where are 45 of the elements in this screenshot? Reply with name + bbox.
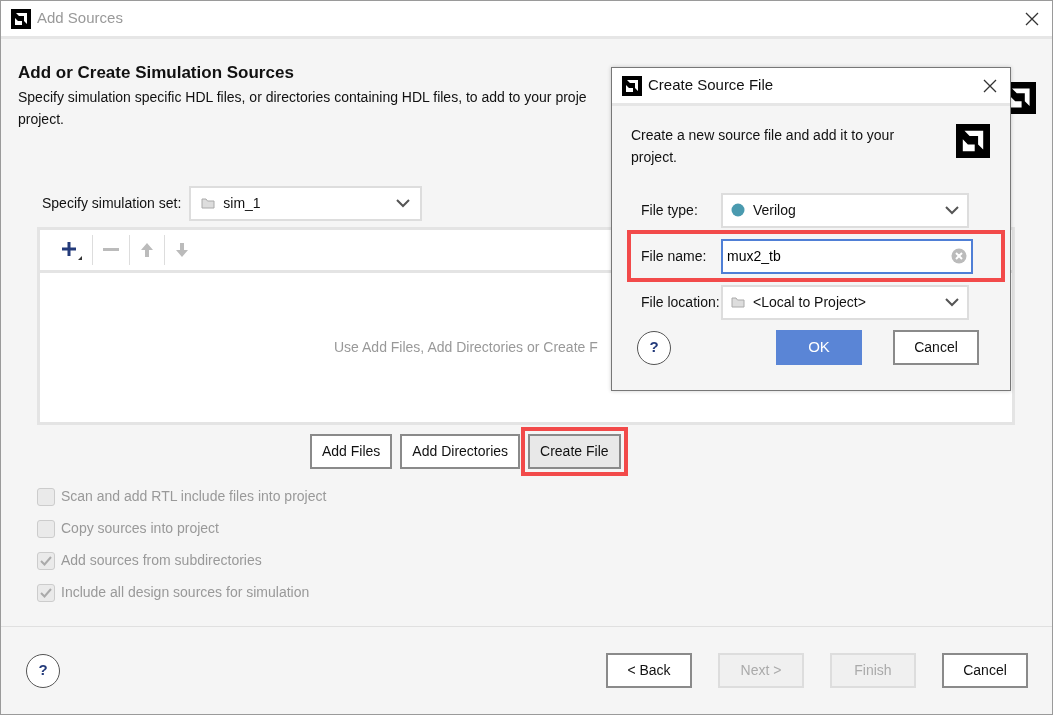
text-field[interactable]: mux2_tb — [721, 238, 973, 274]
checkbox-label: Include all design sources for simulation — [61, 583, 310, 602]
description-text: Specify simulation specific HDL files, or directories containing HDL files, to add to your proje — [18, 87, 587, 107]
check-icon — [40, 555, 52, 566]
checkbox-label: Add sources from subdirectories — [61, 551, 262, 570]
minus-icon — [103, 248, 119, 251]
logo-icon — [622, 75, 642, 96]
field-label: Specify simulation set: — [42, 193, 182, 213]
dropdown[interactable]: <Local to Project> — [721, 284, 969, 320]
chevron-down-icon — [945, 205, 959, 215]
dropdown[interactable]: Verilog — [721, 192, 969, 228]
checkbox-label: Copy sources into project — [61, 519, 219, 538]
dialog-description: Create a new source file and add it to your project. — [631, 126, 896, 167]
page-heading: Add or Create Simulation Sources — [18, 62, 294, 84]
arrow-down-icon — [175, 241, 189, 258]
checkbox-label: Scan and add RTL include files into project — [61, 487, 327, 506]
dialog-button[interactable]: Cancel — [893, 330, 979, 365]
logo-icon — [956, 124, 990, 158]
close-icon — [1025, 11, 1039, 26]
arrow-up-icon — [140, 241, 154, 258]
help-button[interactable]: ? — [637, 330, 671, 365]
description-text: project. — [18, 109, 65, 129]
folder-icon — [731, 296, 745, 308]
wizard-button[interactable]: Cancel — [942, 653, 1028, 688]
wizard-button[interactable]: < Back — [606, 653, 692, 688]
action-button[interactable]: Add Files — [310, 433, 393, 469]
check-icon — [40, 587, 52, 598]
field-label: File location: — [640, 292, 721, 312]
clear-icon[interactable] — [951, 247, 967, 264]
logo-icon — [11, 8, 31, 29]
window-title: Add Sources — [37, 8, 123, 29]
simulation-set-dropdown[interactable]: sim_1 — [189, 185, 423, 221]
folder-icon — [201, 197, 216, 209]
close-icon — [983, 78, 997, 93]
field-label: File type: — [640, 200, 699, 220]
dialog-title: Create Source File — [648, 75, 774, 96]
dialog-button[interactable]: OK — [776, 330, 862, 365]
action-button[interactable]: Add Directories — [400, 433, 521, 469]
chevron-down-icon — [396, 198, 411, 208]
chevron-down-icon — [945, 297, 959, 307]
empty-list-message: Use Add Files, Add Directories or Create F — [334, 337, 598, 357]
field-label: File name: — [640, 246, 708, 266]
plus-icon — [60, 239, 82, 260]
status-dot — [731, 203, 745, 217]
help-button[interactable]: ? — [26, 653, 60, 688]
